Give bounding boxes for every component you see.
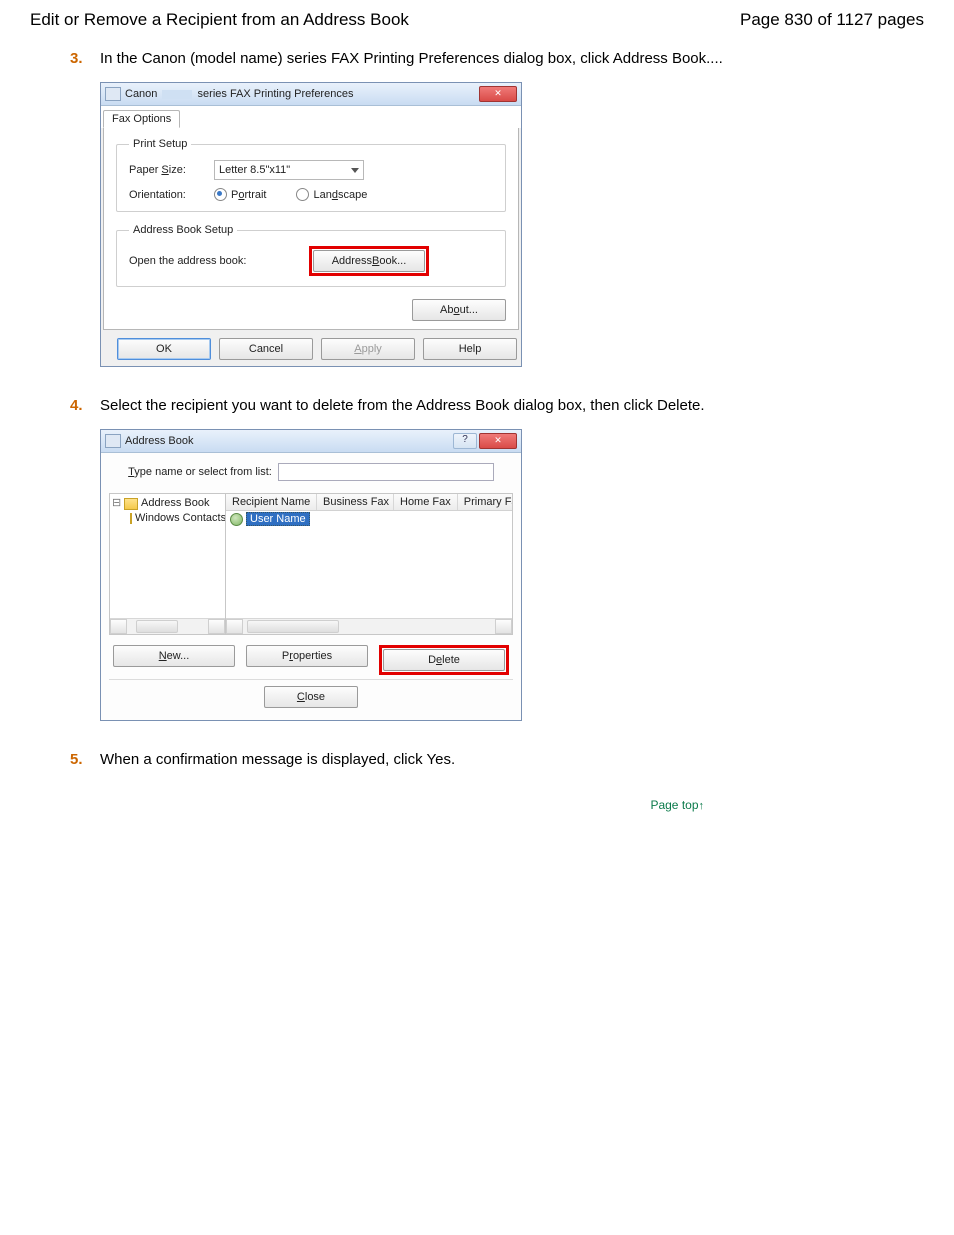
step-number: 3.	[70, 50, 83, 67]
address-book-button[interactable]: Address Book...	[313, 250, 425, 272]
address-book-dialog: Address Book ? ✕ Type name or select fro…	[100, 429, 522, 721]
paper-size-label: Paper Size:	[129, 164, 214, 176]
scroll-thumb[interactable]	[247, 620, 339, 633]
orientation-label: Orientation:	[129, 189, 214, 201]
person-icon	[230, 513, 243, 526]
page-top-link[interactable]: Page top↑	[30, 798, 924, 812]
close-icon[interactable]: ✕	[479, 86, 517, 102]
model-placeholder	[162, 90, 192, 99]
new-button[interactable]: New...	[113, 645, 235, 667]
tree-label: Address Book	[141, 496, 209, 511]
address-book-tree[interactable]: ⊟ Address Book Windows Contacts	[110, 494, 226, 634]
ok-button[interactable]: OK	[117, 338, 211, 360]
radio-dot-icon	[214, 188, 227, 201]
page-position: Page 830 of 1127 pages	[740, 10, 924, 30]
titlebar: Canon series FAX Printing Preferences ✕	[101, 83, 521, 106]
highlight-address-book: Address Book...	[309, 246, 429, 276]
app-icon	[105, 87, 121, 101]
col-recipient[interactable]: Recipient Name	[226, 494, 317, 510]
title-prefix: Canon	[125, 88, 157, 100]
tab-fax-options[interactable]: Fax Options	[103, 110, 180, 128]
cancel-button[interactable]: Cancel	[219, 338, 313, 360]
address-book-setup-legend: Address Book Setup	[129, 224, 237, 236]
step-5: 5. When a confirmation message is displa…	[70, 751, 924, 768]
window-title: Address Book	[125, 435, 453, 447]
list-scrollbar[interactable]	[226, 618, 512, 634]
print-setup-group: Print Setup Paper Size: Letter 8.5"x11" …	[116, 138, 506, 212]
recipient-list[interactable]: Recipient Name Business Fax Home Fax Pri…	[226, 494, 512, 634]
step-4: 4. Select the recipient you want to dele…	[70, 397, 924, 721]
open-address-book-label: Open the address book:	[129, 255, 309, 267]
address-book-setup-group: Address Book Setup Open the address book…	[116, 224, 506, 287]
selected-recipient: User Name	[246, 512, 310, 526]
type-name-input[interactable]	[278, 463, 494, 481]
col-home[interactable]: Home Fax	[394, 494, 458, 510]
window-title: Canon series FAX Printing Preferences	[125, 88, 479, 100]
step-text: Select the recipient you want to delete …	[100, 397, 705, 414]
step-number: 4.	[70, 397, 83, 414]
tree-label: Windows Contacts	[135, 511, 226, 526]
titlebar: Address Book ? ✕	[101, 430, 521, 453]
close-icon[interactable]: ✕	[479, 433, 517, 449]
title-suffix: series FAX Printing Preferences	[198, 88, 354, 100]
scroll-thumb[interactable]	[136, 620, 178, 633]
tree-collapse-icon[interactable]: ⊟	[112, 496, 121, 511]
tree-root-item[interactable]: ⊟ Address Book	[112, 496, 223, 511]
tree-child-item[interactable]: Windows Contacts	[112, 511, 223, 526]
list-item[interactable]: User Name	[226, 511, 512, 527]
page-title: Edit or Remove a Recipient from an Addre…	[30, 10, 409, 30]
step-number: 5.	[70, 751, 83, 768]
step-text: In the Canon (model name) series FAX Pri…	[100, 50, 723, 67]
paper-size-value: Letter 8.5"x11"	[219, 164, 290, 176]
folder-icon	[130, 513, 132, 524]
page-top-label: Page top	[650, 798, 698, 812]
properties-button[interactable]: Properties	[246, 645, 368, 667]
orientation-landscape-radio[interactable]: Landscape	[296, 188, 367, 201]
fax-preferences-dialog: Canon series FAX Printing Preferences ✕ …	[100, 82, 522, 367]
tree-scrollbar[interactable]	[110, 618, 225, 634]
apply-button: Apply	[321, 338, 415, 360]
up-arrow-icon: ↑	[699, 800, 705, 812]
about-button[interactable]: About...	[412, 299, 506, 321]
print-setup-legend: Print Setup	[129, 138, 191, 150]
col-primary[interactable]: Primary Fax	[458, 494, 512, 510]
help-button[interactable]: Help	[423, 338, 517, 360]
type-name-label: Type name or select from list:	[128, 466, 272, 478]
col-business[interactable]: Business Fax	[317, 494, 394, 510]
paper-size-select[interactable]: Letter 8.5"x11"	[214, 160, 364, 180]
chevron-down-icon	[351, 168, 359, 173]
step-text: When a confirmation message is displayed…	[100, 751, 455, 768]
orientation-portrait-radio[interactable]: Portrait	[214, 188, 266, 201]
close-button[interactable]: Close	[264, 686, 358, 708]
delete-button[interactable]: Delete	[383, 649, 505, 671]
step-3: 3. In the Canon (model name) series FAX …	[70, 50, 924, 367]
book-icon	[124, 498, 138, 510]
list-header: Recipient Name Business Fax Home Fax Pri…	[226, 494, 512, 511]
radio-dot-icon	[296, 188, 309, 201]
highlight-delete: Delete	[379, 645, 509, 675]
app-icon	[105, 434, 121, 448]
help-icon[interactable]: ?	[453, 433, 477, 449]
